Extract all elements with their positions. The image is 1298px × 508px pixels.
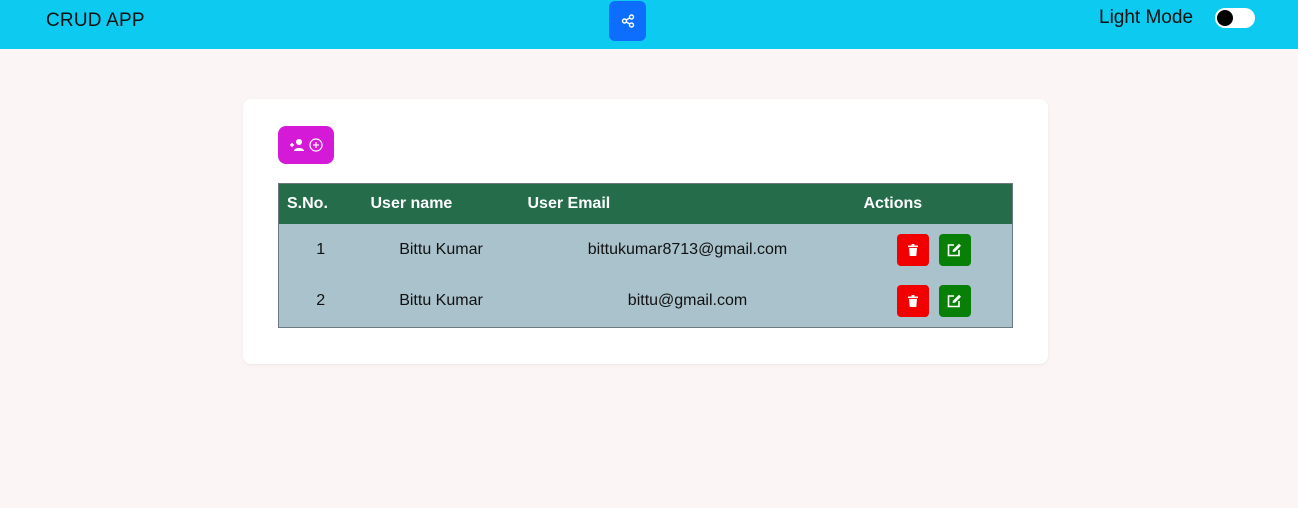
users-table: S.No. User name User Email Actions 1 Bit… xyxy=(278,183,1013,328)
trash-icon xyxy=(907,295,918,308)
table-row: 2 Bittu Kumar bittu@gmail.com xyxy=(279,276,1013,328)
add-user-button[interactable] xyxy=(278,126,334,164)
edit-button[interactable] xyxy=(938,285,971,318)
cell-name: Bittu Kumar xyxy=(399,240,483,258)
cell-sno: 1 xyxy=(316,240,326,258)
cell-actions xyxy=(856,224,1013,276)
trash-icon xyxy=(907,243,918,256)
share-button[interactable] xyxy=(609,1,646,41)
delete-button[interactable] xyxy=(896,233,929,266)
theme-toggle[interactable] xyxy=(1215,8,1255,28)
users-card: S.No. User name User Email Actions 1 Bit… xyxy=(243,99,1048,364)
table-row: 1 Bittu Kumar bittukumar8713@gmail.com xyxy=(279,224,1013,276)
cell-actions xyxy=(856,276,1013,328)
cell-sno: 2 xyxy=(316,292,326,310)
column-header-actions: Actions xyxy=(863,194,923,212)
theme-mode-label: Light Mode xyxy=(1099,7,1194,28)
toggle-knob xyxy=(1217,10,1233,26)
share-icon xyxy=(621,14,634,28)
edit-icon xyxy=(947,243,962,256)
edit-button[interactable] xyxy=(938,233,971,266)
column-header-email: User Email xyxy=(527,194,611,212)
plus-circle-icon xyxy=(309,138,323,152)
edit-icon xyxy=(947,295,962,308)
column-header-name: User name xyxy=(370,194,453,212)
cell-name: Bittu Kumar xyxy=(399,292,483,310)
cell-email: bittu@gmail.com xyxy=(627,292,748,310)
column-header-sno: S.No. xyxy=(287,194,328,212)
table-header-row: S.No. User name User Email Actions xyxy=(278,183,1013,224)
cell-email: bittukumar8713@gmail.com xyxy=(587,240,788,258)
delete-button[interactable] xyxy=(896,285,929,318)
navbar: CRUD APP Light Mode xyxy=(0,0,1298,49)
app-brand[interactable]: CRUD APP xyxy=(46,10,145,32)
user-plus-icon xyxy=(290,139,304,151)
